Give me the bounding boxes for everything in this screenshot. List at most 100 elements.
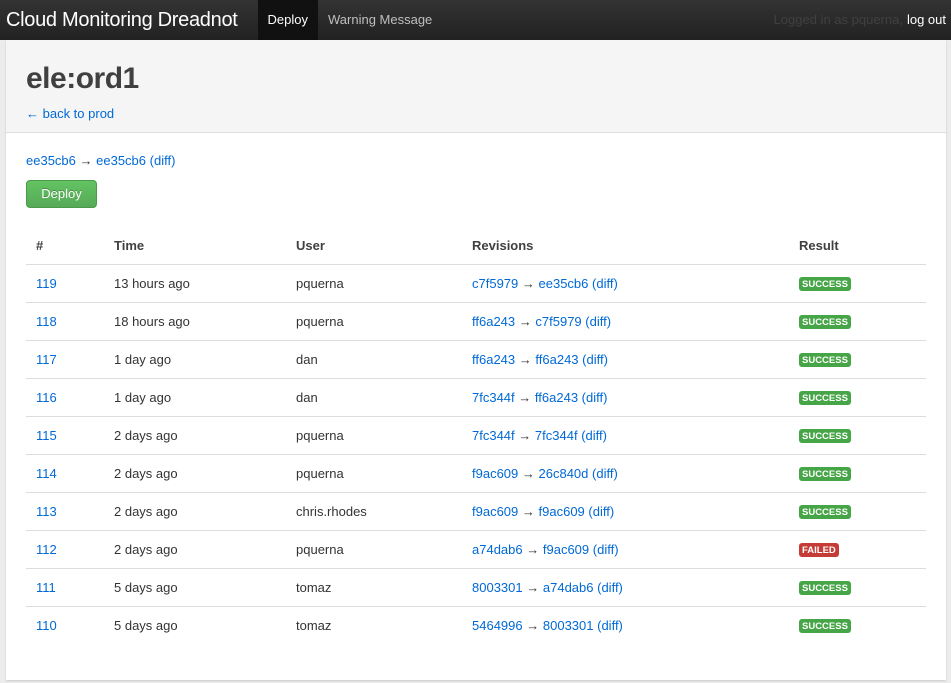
back-link[interactable]: ← back to prod <box>26 106 114 121</box>
result-badge: SUCCESS <box>799 581 851 595</box>
deploy-history-table: # Time User Revisions Result 119 13 hours… <box>26 228 926 644</box>
row-result: SUCCESS <box>789 492 926 531</box>
deploy-id-link[interactable]: 116 <box>36 390 57 405</box>
from-rev-link[interactable]: ff6a243 <box>472 352 515 367</box>
row-revisions: 7fc344f → 7fc344f (diff) <box>462 416 789 455</box>
from-rev-link[interactable]: f9ac609 <box>472 504 518 519</box>
result-badge: SUCCESS <box>799 429 851 443</box>
result-badge: SUCCESS <box>799 467 851 481</box>
row-user: pquerna <box>286 264 462 303</box>
row-result: SUCCESS <box>789 302 926 341</box>
from-rev-link[interactable]: c7f5979 <box>472 276 518 291</box>
deploy-id-link[interactable]: 111 <box>36 580 56 595</box>
rev-arrow: → <box>518 427 532 443</box>
row-result: SUCCESS <box>789 606 926 644</box>
to-rev-link[interactable]: 26c840d <box>539 466 589 481</box>
row-time: 5 days ago <box>104 568 286 607</box>
deploy-id-link[interactable]: 119 <box>36 276 57 291</box>
current-from-rev-link[interactable]: ee35cb6 <box>26 153 76 168</box>
table-header-row: # Time User Revisions Result <box>26 228 926 265</box>
deploy-id-link[interactable]: 113 <box>36 504 57 519</box>
row-user: chris.rhodes <box>286 492 462 531</box>
row-time: 1 day ago <box>104 340 286 379</box>
diff-link[interactable]: (diff) <box>592 466 618 481</box>
from-rev-link[interactable]: 7fc344f <box>472 390 515 405</box>
deploy-id-link[interactable]: 110 <box>36 618 57 633</box>
result-badge: SUCCESS <box>799 315 851 329</box>
rev-arrow: → <box>521 465 535 481</box>
row-user: pquerna <box>286 302 462 341</box>
deploy-id-link[interactable]: 117 <box>36 352 57 367</box>
current-diff-link[interactable]: (diff) <box>150 153 176 168</box>
row-id-cell: 114 <box>26 454 104 493</box>
current-revision: ee35cb6 → ee35cb6 (diff) <box>26 153 926 169</box>
to-rev-link[interactable]: f9ac609 <box>543 542 589 557</box>
diff-link[interactable]: (diff) <box>581 428 607 443</box>
diff-link[interactable]: (diff) <box>592 276 618 291</box>
deploy-button[interactable]: Deploy <box>26 180 97 208</box>
diff-link[interactable]: (diff) <box>597 580 623 595</box>
deploy-id-link[interactable]: 118 <box>36 314 57 329</box>
rev-arrow: → <box>526 541 540 557</box>
from-rev-link[interactable]: 8003301 <box>472 580 523 595</box>
from-rev-link[interactable]: 5464996 <box>472 618 523 633</box>
logout-link[interactable]: log out <box>907 12 946 27</box>
diff-link[interactable]: (diff) <box>593 542 619 557</box>
table-row: 115 2 days ago pquerna 7fc344f → 7fc344f (d… <box>26 416 926 455</box>
row-result: SUCCESS <box>789 568 926 607</box>
from-rev-link[interactable]: ff6a243 <box>472 314 515 329</box>
deploy-id-link[interactable]: 114 <box>36 466 57 481</box>
page-title: ele:ord1 <box>26 62 139 95</box>
to-rev-link[interactable]: 8003301 <box>543 618 594 633</box>
diff-link[interactable]: (diff) <box>585 314 611 329</box>
to-rev-link[interactable]: f9ac609 <box>539 504 585 519</box>
diff-link[interactable]: (diff) <box>582 352 608 367</box>
deploy-id-link[interactable]: 115 <box>36 428 57 443</box>
row-id-cell: 118 <box>26 302 104 341</box>
rev-arrow: → <box>521 275 535 291</box>
rev-arrow: → <box>518 351 532 367</box>
diff-link[interactable]: (diff) <box>588 504 614 519</box>
diff-link[interactable]: (diff) <box>582 390 608 405</box>
current-to-rev-link[interactable]: ee35cb6 <box>96 153 146 168</box>
rev-arrow: → <box>526 579 540 595</box>
table-row: 119 13 hours ago pquerna c7f5979 → ee35cb6 … <box>26 264 926 303</box>
to-rev-link[interactable]: a74dab6 <box>543 580 594 595</box>
row-result: SUCCESS <box>789 454 926 493</box>
row-revisions: a74dab6 → f9ac609 (diff) <box>462 530 789 569</box>
from-rev-link[interactable]: f9ac609 <box>472 466 518 481</box>
row-revisions: 7fc344f → ff6a243 (diff) <box>462 378 789 417</box>
header-result: Result <box>789 228 926 265</box>
table-row: 116 1 day ago dan 7fc344f → ff6a243 (diff) S… <box>26 378 926 417</box>
row-id-cell: 115 <box>26 416 104 455</box>
to-rev-link[interactable]: c7f5979 <box>535 314 581 329</box>
result-badge: SUCCESS <box>799 505 851 519</box>
row-time: 18 hours ago <box>104 302 286 341</box>
diff-link[interactable]: (diff) <box>597 618 623 633</box>
result-badge: SUCCESS <box>799 619 851 634</box>
result-badge: SUCCESS <box>799 353 851 367</box>
from-rev-link[interactable]: 7fc344f <box>472 428 515 443</box>
to-rev-link[interactable]: ff6a243 <box>535 390 578 405</box>
tab-deploy[interactable]: Deploy <box>257 0 318 40</box>
table-row: 117 1 day ago dan ff6a243 → ff6a243 (diff) S… <box>26 340 926 379</box>
row-result: SUCCESS <box>789 340 926 379</box>
content: ee35cb6 → ee35cb6 (diff) Deploy # Time U… <box>6 133 946 644</box>
row-time: 2 days ago <box>104 416 286 455</box>
header-time: Time <box>104 228 286 265</box>
row-id-cell: 110 <box>26 606 104 644</box>
brand-title[interactable]: Cloud Monitoring Dreadnot <box>0 0 258 40</box>
row-id-cell: 119 <box>26 264 104 303</box>
table-row: 111 5 days ago tomaz 8003301 → a74dab6 (dif… <box>26 568 926 607</box>
result-badge: FAILED <box>799 543 839 557</box>
to-rev-link[interactable]: ff6a243 <box>535 352 578 367</box>
tab-warning-message[interactable]: Warning Message <box>318 0 442 40</box>
deploy-id-link[interactable]: 112 <box>36 542 57 557</box>
table-row: 118 18 hours ago pquerna ff6a243 → c7f5979 … <box>26 302 926 341</box>
to-rev-link[interactable]: 7fc344f <box>535 428 578 443</box>
row-time: 5 days ago <box>114 617 178 633</box>
main-container: ele:ord1 ← back to prod ee35cb6 → ee35cb… <box>6 40 946 680</box>
to-rev-link[interactable]: ee35cb6 <box>539 276 589 291</box>
row-time: 2 days ago <box>104 454 286 493</box>
from-rev-link[interactable]: a74dab6 <box>472 542 523 557</box>
